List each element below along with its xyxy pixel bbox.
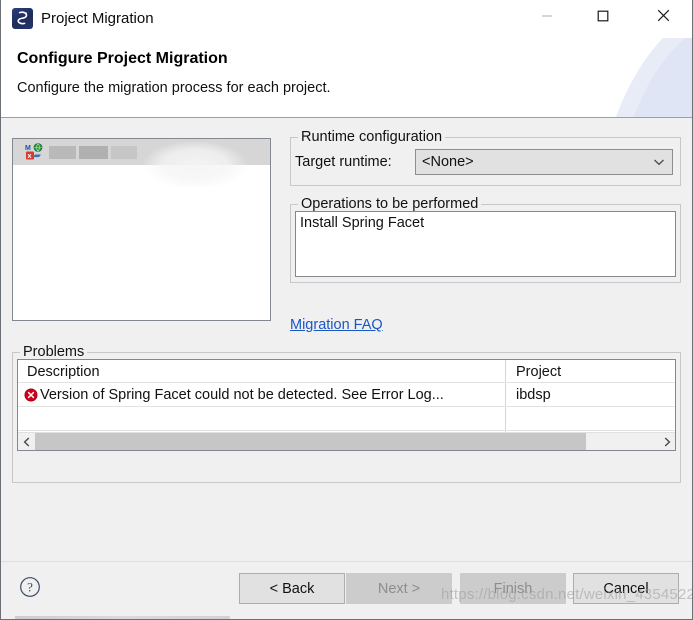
back-button[interactable]: < Back — [239, 573, 345, 604]
problems-table[interactable]: Description Project Version of Spring Fa… — [17, 359, 676, 451]
operations-group-legend: Operations to be performed — [298, 196, 482, 212]
chevron-right-icon[interactable] — [658, 433, 675, 450]
header-decoration — [616, 38, 692, 117]
list-item[interactable]: M x — [13, 139, 270, 165]
operations-list[interactable]: Install Spring Facet — [295, 211, 676, 277]
problems-group-legend: Problems — [20, 344, 88, 360]
list-item[interactable]: Install Spring Facet — [296, 212, 675, 231]
runtime-configuration-group: Runtime configuration Target runtime: <N… — [290, 129, 681, 186]
target-runtime-value: <None> — [422, 154, 474, 170]
help-question-icon[interactable]: ? — [19, 576, 41, 598]
column-header-project[interactable]: Project — [505, 360, 675, 383]
scrollbar-track[interactable] — [35, 433, 658, 450]
list-item-label-redacted — [49, 145, 137, 159]
operations-group: Operations to be performed Install Sprin… — [290, 196, 681, 283]
bottom-edge-artifact — [15, 616, 230, 619]
project-migration-dialog: Project Migration Configure Project Migr… — [0, 0, 693, 620]
row-separator — [18, 406, 675, 407]
dialog-body: M x Runtime configuration Target runtime… — [1, 118, 692, 561]
cell-project: ibdsp — [516, 386, 551, 403]
row-separator — [18, 430, 675, 431]
spring-app-icon — [12, 8, 33, 29]
table-row[interactable]: Version of Spring Facet could not be det… — [18, 383, 675, 406]
scrollbar-thumb[interactable] — [35, 433, 587, 450]
table-header-row: Description Project — [18, 360, 675, 383]
maximize-icon[interactable] — [580, 0, 626, 31]
error-circle-icon — [24, 388, 38, 402]
chevron-down-icon[interactable] — [646, 158, 672, 166]
maven-web-project-error-icon: M x — [25, 143, 43, 161]
target-runtime-label: Target runtime: — [295, 154, 392, 170]
svg-text:?: ? — [27, 580, 33, 595]
close-icon[interactable] — [640, 0, 686, 31]
title-bar[interactable]: Project Migration — [1, 0, 692, 38]
dialog-footer: ? < Back Next > Finish Cancel — [1, 561, 692, 619]
runtime-group-legend: Runtime configuration — [298, 129, 446, 145]
page-description: Configure the migration process for each… — [17, 80, 331, 96]
window-title: Project Migration — [41, 10, 154, 27]
finish-button: Finish — [460, 573, 566, 604]
cancel-button[interactable]: Cancel — [573, 573, 679, 604]
cell-description: Version of Spring Facet could not be det… — [18, 383, 505, 406]
dialog-header: Configure Project Migration Configure th… — [1, 38, 692, 117]
problems-group: Problems Description Project Version of … — [12, 344, 681, 483]
project-list[interactable]: M x — [12, 138, 271, 321]
column-header-description[interactable]: Description — [18, 360, 505, 383]
horizontal-scrollbar[interactable] — [18, 432, 675, 450]
page-title: Configure Project Migration — [17, 50, 228, 67]
minimize-icon[interactable] — [524, 0, 570, 31]
target-runtime-combobox[interactable]: <None> — [415, 149, 673, 175]
next-button: Next > — [346, 573, 452, 604]
chevron-left-icon[interactable] — [18, 433, 35, 450]
cell-description-text: Version of Spring Facet could not be det… — [40, 386, 444, 403]
migration-faq-link[interactable]: Migration FAQ — [290, 317, 383, 333]
